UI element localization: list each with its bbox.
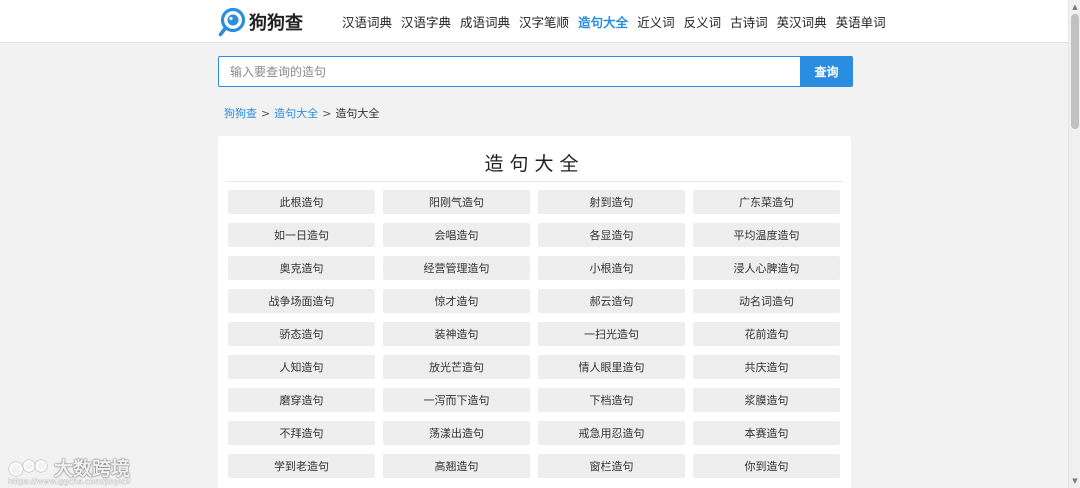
sentence-link[interactable]: 浸人心脾造句 [693,256,840,280]
sentence-link[interactable]: 如一日造句 [228,223,375,247]
main-nav: 汉语词典 汉语字典 成语词典 汉字笔顺 造句大全 近义词 反义词 古诗词 英汉词典 英语单词 [342,0,895,43]
sentence-link[interactable]: 情人眼里造句 [538,355,685,379]
sentence-link[interactable]: 高翘造句 [383,454,530,478]
sentence-link[interactable]: 放光芒造句 [383,355,530,379]
breadcrumb: 狗狗查 > 造句大全 > 造句大全 [224,105,379,121]
search-button[interactable]: 查询 [800,56,853,87]
sentence-link[interactable]: 不拜造句 [228,421,375,445]
vertical-scrollbar[interactable]: ▲ ▼ [1068,0,1080,488]
nav-item-5[interactable]: 近义词 [637,12,675,31]
breadcrumb-home-link[interactable]: 狗狗查 [224,105,257,121]
nav-item-2[interactable]: 成语词典 [460,12,510,31]
nav-item-6[interactable]: 反义词 [684,12,722,31]
sentence-link[interactable]: 阳刚气造句 [383,190,530,214]
sentence-link[interactable]: 戒急用忍造句 [538,421,685,445]
chevron-up-icon[interactable]: ▲ [1071,3,1079,11]
magnifier-dog-logo-icon [218,7,248,37]
nav-item-3[interactable]: 汉字笔顺 [519,12,569,31]
sentence-link[interactable]: 射到造句 [538,190,685,214]
sentence-link[interactable]: 浆膜造句 [693,388,840,412]
nav-item-8[interactable]: 英汉词典 [777,12,827,31]
nav-item-9[interactable]: 英语单词 [836,12,886,31]
chevron-down-icon[interactable]: ▼ [1071,477,1079,485]
sentence-grid: 此根造句 阳刚气造句 射到造句 广东菜造句如一日造句 会唱造句 各显造句 平均温度造句奥克造… [228,190,840,478]
sentence-link[interactable]: 人知造句 [228,355,375,379]
breadcrumb-separator: > [322,106,332,120]
sentence-link[interactable]: 平均温度造句 [693,223,840,247]
page-title: 造句大全 [484,153,585,175]
sentence-link[interactable]: 下档造句 [538,388,685,412]
sentence-link[interactable]: 一泻而下造句 [383,388,530,412]
top-header: 狗狗查 汉语词典 汉语字典 成语词典 汉字笔顺 造句大全 近义词 反义词 古诗词 英汉词典 英语单… [0,0,1080,43]
breadcrumb-separator: > [261,106,271,120]
scrollbar-thumb[interactable] [1071,14,1079,129]
sentence-link[interactable]: 惊才造句 [383,289,530,313]
sentence-link[interactable]: 荡漾出造句 [383,421,530,445]
sentence-link[interactable]: 广东菜造句 [693,190,840,214]
sentence-link[interactable]: 小根造句 [538,256,685,280]
nav-item-7[interactable]: 古诗词 [730,12,768,31]
sentence-link[interactable]: 花前造句 [693,322,840,346]
search-input[interactable] [218,56,800,87]
nav-item-1[interactable]: 汉语字典 [401,12,451,31]
nav-item-0[interactable]: 汉语词典 [342,12,392,31]
sentence-link[interactable]: 奥克造句 [228,256,375,280]
logo-text: 狗狗查 [249,13,303,34]
sentence-link[interactable]: 会唱造句 [383,223,530,247]
watermark-url: https://www.ggcha.com/jinyici/ [8,477,131,486]
sentence-link[interactable]: 各显造句 [538,223,685,247]
breadcrumb-section-link[interactable]: 造句大全 [274,105,318,121]
sentence-link[interactable]: 一扫光造句 [538,322,685,346]
breadcrumb-current: 造句大全 [335,107,380,120]
sentence-link[interactable]: 磨穿造句 [228,388,375,412]
sentence-link[interactable]: 经营管理造句 [383,256,530,280]
sentence-link[interactable]: 此根造句 [228,190,375,214]
sentence-link[interactable]: 你到造句 [693,454,840,478]
sentence-link[interactable]: 共庆造句 [693,355,840,379]
nav-item-4[interactable]: 造句大全 [578,12,628,31]
sentence-link[interactable]: 郝云造句 [538,289,685,313]
sentence-link[interactable]: 动名词造句 [693,289,840,313]
watermark: 大数跨境 https://www.ggcha.com/jinyici/ [8,452,158,488]
site-logo[interactable]: 狗狗查 [218,7,303,37]
sentence-link[interactable]: 本赛造句 [693,421,840,445]
title-divider [226,181,843,182]
sentence-link[interactable]: 窗栏造句 [538,454,685,478]
sentence-list-card: 造句大全 此根造句 阳刚气造句 射到造句 广东菜造句如一日造句 会唱造句 各显造句 平均温度… [218,136,851,488]
sentence-link[interactable]: 战争场面造句 [228,289,375,313]
search-bar: 查询 [218,56,853,87]
sentence-link[interactable]: 学到老造句 [228,454,375,478]
sentence-link[interactable]: 装神造句 [383,322,530,346]
watermark-logo-icon [8,456,52,480]
sentence-link[interactable]: 骄态造句 [228,322,375,346]
